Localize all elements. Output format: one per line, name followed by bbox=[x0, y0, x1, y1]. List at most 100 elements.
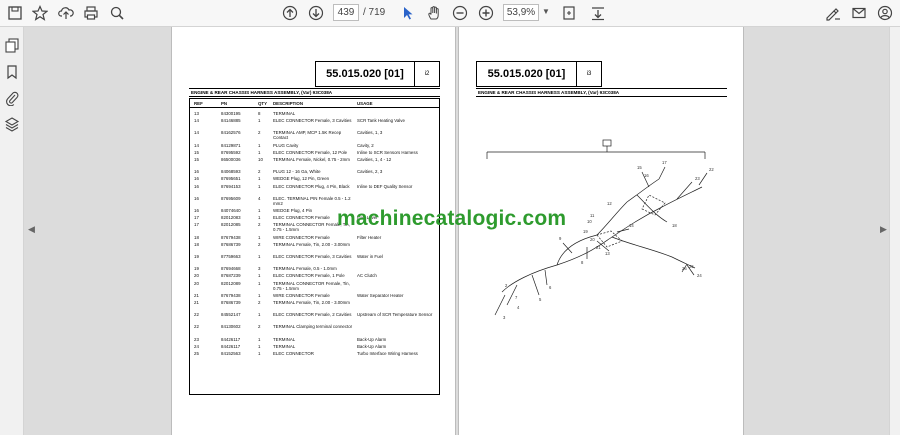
toolbar: 439 / 719 53,9% ▼ bbox=[0, 0, 900, 27]
pages-panel-icon[interactable] bbox=[4, 37, 20, 53]
row-ref: 16 bbox=[194, 169, 199, 175]
row-qty: 2 bbox=[258, 130, 261, 136]
callout-13: 13 bbox=[605, 251, 610, 256]
row-qty: 1 bbox=[258, 118, 261, 124]
callout-5: 5 bbox=[539, 297, 542, 302]
row-ref: 19 bbox=[194, 254, 199, 259]
row-pn: 87759663 bbox=[221, 254, 241, 259]
callout-8: 8 bbox=[581, 260, 584, 265]
callout-25: 25 bbox=[689, 264, 694, 269]
row-ref: 16 bbox=[194, 208, 199, 213]
bookmark-star-icon[interactable] bbox=[30, 3, 50, 23]
row-ref: 14 bbox=[194, 142, 199, 148]
row-usage: Filter Heater bbox=[357, 234, 382, 240]
row-qty: 1 bbox=[258, 273, 261, 279]
row-ref: 20 bbox=[194, 273, 199, 279]
row-ref: 21 bbox=[194, 300, 199, 305]
table-row: 22 84552147 1 ELEC CONNECTOR Female, 2 Cavi… bbox=[190, 312, 439, 324]
right-scrollbar[interactable] bbox=[889, 27, 900, 435]
row-description: ELEC CONNECTOR Plug, 4 Pin, Black bbox=[273, 183, 350, 189]
email-icon[interactable] bbox=[849, 3, 869, 23]
row-qty: 2 bbox=[258, 324, 261, 330]
zoom-in-icon[interactable] bbox=[476, 3, 496, 23]
row-ref: 18 bbox=[194, 241, 199, 247]
sign-icon[interactable] bbox=[823, 3, 843, 23]
row-usage: Water Separator Heater bbox=[357, 292, 404, 298]
row-pn: 84068593 bbox=[221, 169, 241, 175]
diagram-callouts: 2 3 4 5 6 7 8 9 10 11 12 13 14 15 16 17 … bbox=[503, 160, 714, 320]
row-ref: 25 bbox=[194, 351, 199, 356]
page-number-input[interactable]: 439 bbox=[333, 4, 359, 21]
scroll-mode-icon[interactable] bbox=[588, 3, 608, 23]
row-description: ELEC. TERMINAL PIN Female 0.5 - 1.2 mm2 bbox=[273, 195, 351, 206]
row-ref: 14 bbox=[194, 118, 199, 124]
row-pn: 87679438 bbox=[221, 234, 241, 240]
zoom-search-icon[interactable] bbox=[107, 3, 127, 23]
row-usage: Cavities, 1, 4 - 12 bbox=[357, 157, 392, 162]
upload-icon[interactable] bbox=[56, 3, 76, 23]
row-qty: 1 bbox=[258, 343, 261, 349]
table-row: 18 87686739 2 TERMINAL Female, Tin, 2.00 - … bbox=[190, 242, 439, 254]
row-description: ELEC CONNECTOR Female, 3 Cavities bbox=[273, 254, 352, 259]
bookmark-panel-icon[interactable] bbox=[4, 64, 20, 80]
attachment-panel-icon[interactable] bbox=[4, 90, 20, 107]
save-icon[interactable] bbox=[5, 3, 25, 23]
row-ref: 13 bbox=[194, 111, 199, 116]
table-row: 23 84426117 1 TERMINAL Back-Up Alarm bbox=[190, 337, 439, 344]
left-ref-box: 55.015.020 [01] i2 bbox=[315, 61, 440, 87]
hand-tool-icon[interactable] bbox=[424, 3, 444, 23]
zoom-out-icon[interactable] bbox=[450, 3, 470, 23]
row-ref: 16 bbox=[194, 183, 199, 189]
table-row: 19 87759663 1 ELEC CONNECTOR Female, 3 Cavi… bbox=[190, 254, 439, 266]
callout-11: 11 bbox=[590, 213, 595, 218]
select-cursor-icon[interactable] bbox=[398, 3, 418, 23]
row-usage: Water in Fuel bbox=[357, 254, 383, 259]
row-qty: 8 bbox=[258, 111, 261, 116]
account-icon[interactable] bbox=[875, 3, 895, 23]
row-description: TERMINAL AMP, MCP 1.5K Recep Contact bbox=[273, 130, 342, 141]
table-row: 21 87686739 2 TERMINAL Female, Tin, 2.00 - … bbox=[190, 300, 439, 312]
callout-15: 15 bbox=[637, 165, 642, 170]
row-qty: 1 bbox=[258, 234, 261, 240]
page-up-icon[interactable] bbox=[280, 3, 300, 23]
row-qty: 1 bbox=[258, 149, 261, 155]
row-usage: Inline to SCR Sensors Harness bbox=[357, 149, 418, 155]
row-description: ELEC CONNECTOR Female, 12 Pole bbox=[273, 149, 348, 155]
callout-22: 22 bbox=[709, 167, 714, 172]
next-page-arrow-icon[interactable]: ▶ bbox=[880, 224, 887, 235]
row-qty: 2 bbox=[258, 300, 261, 305]
row-pn: 84152563 bbox=[221, 351, 241, 356]
table-row: 21 87679438 1 WIRE CONNECTOR Female Water Se… bbox=[190, 293, 439, 300]
row-pn: 87687239 bbox=[221, 273, 241, 279]
callout-6: 6 bbox=[549, 285, 552, 290]
row-usage: Cavity, 2 bbox=[357, 142, 374, 148]
fit-page-icon[interactable] bbox=[559, 3, 579, 23]
zoom-level-input[interactable]: 53,9% bbox=[503, 4, 539, 21]
table-row: 13 84300195 8 TERMINAL bbox=[190, 111, 439, 118]
left-ref-mark: i2 bbox=[424, 71, 430, 77]
row-pn: 87695592 bbox=[221, 149, 241, 155]
row-description: TERMINAL Female, Nickel, 0.75 - 2mm bbox=[273, 157, 350, 162]
row-description: TERMINAL bbox=[273, 343, 296, 349]
row-pn: 84426117 bbox=[221, 343, 241, 349]
layers-panel-icon[interactable] bbox=[4, 116, 20, 132]
right-ref-mark: i3 bbox=[586, 71, 592, 77]
document-viewer bbox=[24, 27, 889, 435]
row-ref: 19 bbox=[194, 266, 199, 272]
row-ref: 16 bbox=[194, 195, 199, 201]
print-icon[interactable] bbox=[81, 3, 101, 23]
header-qty: QTY bbox=[258, 101, 268, 106]
table-row: 19 87694668 3 TERMINAL Female, 0.5 - 1.0mm bbox=[190, 266, 439, 273]
table-row: 20 87687239 1 ELEC CONNECTOR Female, 1 Pole… bbox=[190, 273, 439, 280]
callout-16: 16 bbox=[644, 173, 649, 178]
row-usage: Inline to DEF Quality Sensor bbox=[357, 183, 413, 189]
zoom-dropdown-icon[interactable]: ▼ bbox=[542, 7, 550, 16]
prev-page-arrow-icon[interactable]: ◀ bbox=[28, 224, 35, 235]
row-qty: 1 bbox=[258, 292, 261, 298]
row-description: TERMINAL Clamping terminal connector bbox=[273, 324, 353, 330]
row-pn: 87695609 bbox=[221, 195, 241, 201]
page-down-icon[interactable] bbox=[306, 3, 326, 23]
row-ref: 24 bbox=[194, 343, 199, 349]
table-row: 16 87695609 4 ELEC. TERMINAL PIN Female 0.5… bbox=[190, 196, 439, 208]
callout-10: 10 bbox=[587, 219, 592, 224]
